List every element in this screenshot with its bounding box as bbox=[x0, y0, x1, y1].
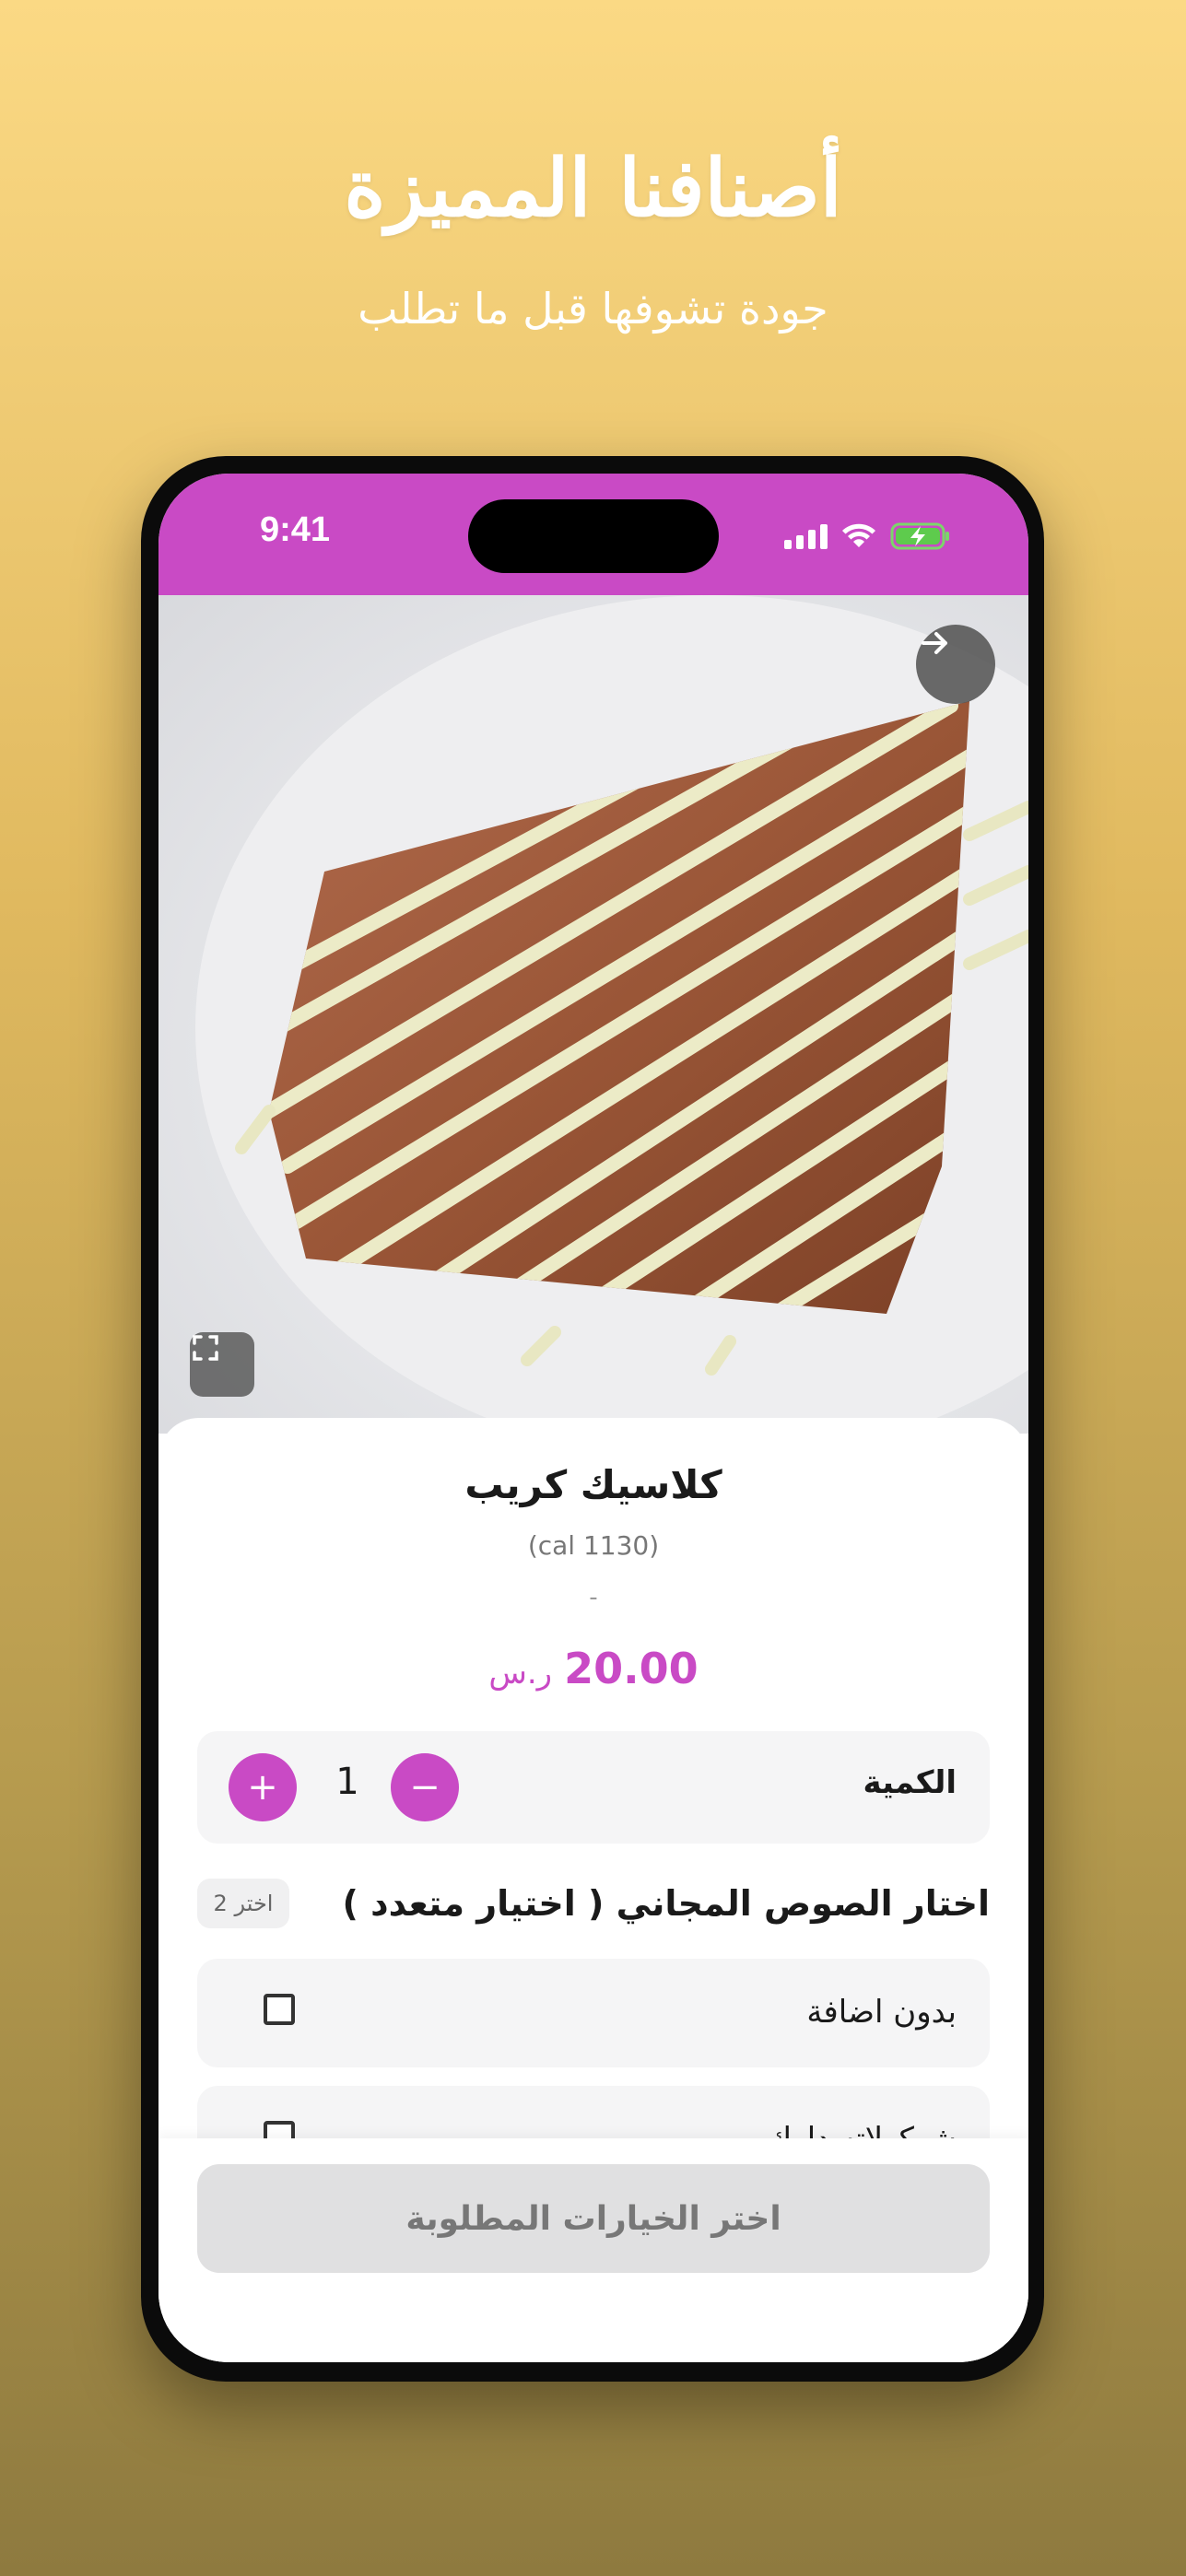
quantity-label: الكمية bbox=[863, 1764, 957, 1801]
footer-bar: اختر الخيارات المطلوبة bbox=[159, 2138, 1028, 2362]
price-currency: ر.س bbox=[488, 1655, 553, 1692]
signal-icon bbox=[784, 523, 828, 549]
arrow-right-icon bbox=[922, 632, 947, 654]
back-button[interactable] bbox=[916, 625, 995, 704]
app-screen: 9:41 كلاسيك كريب (cal 1130) - 20.00 ر.س … bbox=[159, 474, 1028, 2362]
select-options-button[interactable]: اختر الخيارات المطلوبة bbox=[197, 2164, 990, 2273]
quantity-stepper: الكمية + 1 − bbox=[197, 1731, 990, 1844]
quantity-value: 1 bbox=[335, 1761, 359, 1803]
product-calories: (cal 1130) bbox=[527, 1530, 660, 1561]
choose-count-badge: اختر 2 bbox=[197, 1879, 289, 1928]
status-icons bbox=[784, 520, 951, 553]
product-image bbox=[159, 595, 1028, 1434]
price-amount: 20.00 bbox=[564, 1644, 699, 1693]
promo-subtitle: جودة تشوفها قبل ما تطلب bbox=[358, 284, 828, 334]
status-time: 9:41 bbox=[260, 510, 331, 549]
expand-icon bbox=[193, 1335, 218, 1361]
dynamic-island bbox=[468, 499, 719, 573]
option-item-no-addition[interactable]: بدون اضافة bbox=[197, 1959, 990, 2067]
product-name: كلاسيك كريب bbox=[464, 1462, 722, 1507]
wifi-icon bbox=[842, 523, 875, 547]
product-description: - bbox=[589, 1584, 598, 1611]
battery-charging-icon bbox=[890, 522, 949, 550]
decrease-quantity-button[interactable]: − bbox=[391, 1753, 459, 1821]
crepe-illustration bbox=[195, 595, 1028, 1434]
options-section-title: اختار الصوص المجاني ( اختيار متعدد ) bbox=[342, 1883, 990, 1924]
expand-image-button[interactable] bbox=[190, 1332, 254, 1397]
option-label: بدون اضافة bbox=[806, 1994, 957, 2031]
promo-title: أصنافنا المميزة bbox=[344, 142, 842, 235]
status-bar: 9:41 bbox=[159, 474, 1028, 595]
product-price: 20.00 ر.س bbox=[159, 1644, 1028, 1693]
increase-quantity-button[interactable]: + bbox=[229, 1753, 297, 1821]
option-checkbox[interactable] bbox=[264, 1994, 295, 2025]
